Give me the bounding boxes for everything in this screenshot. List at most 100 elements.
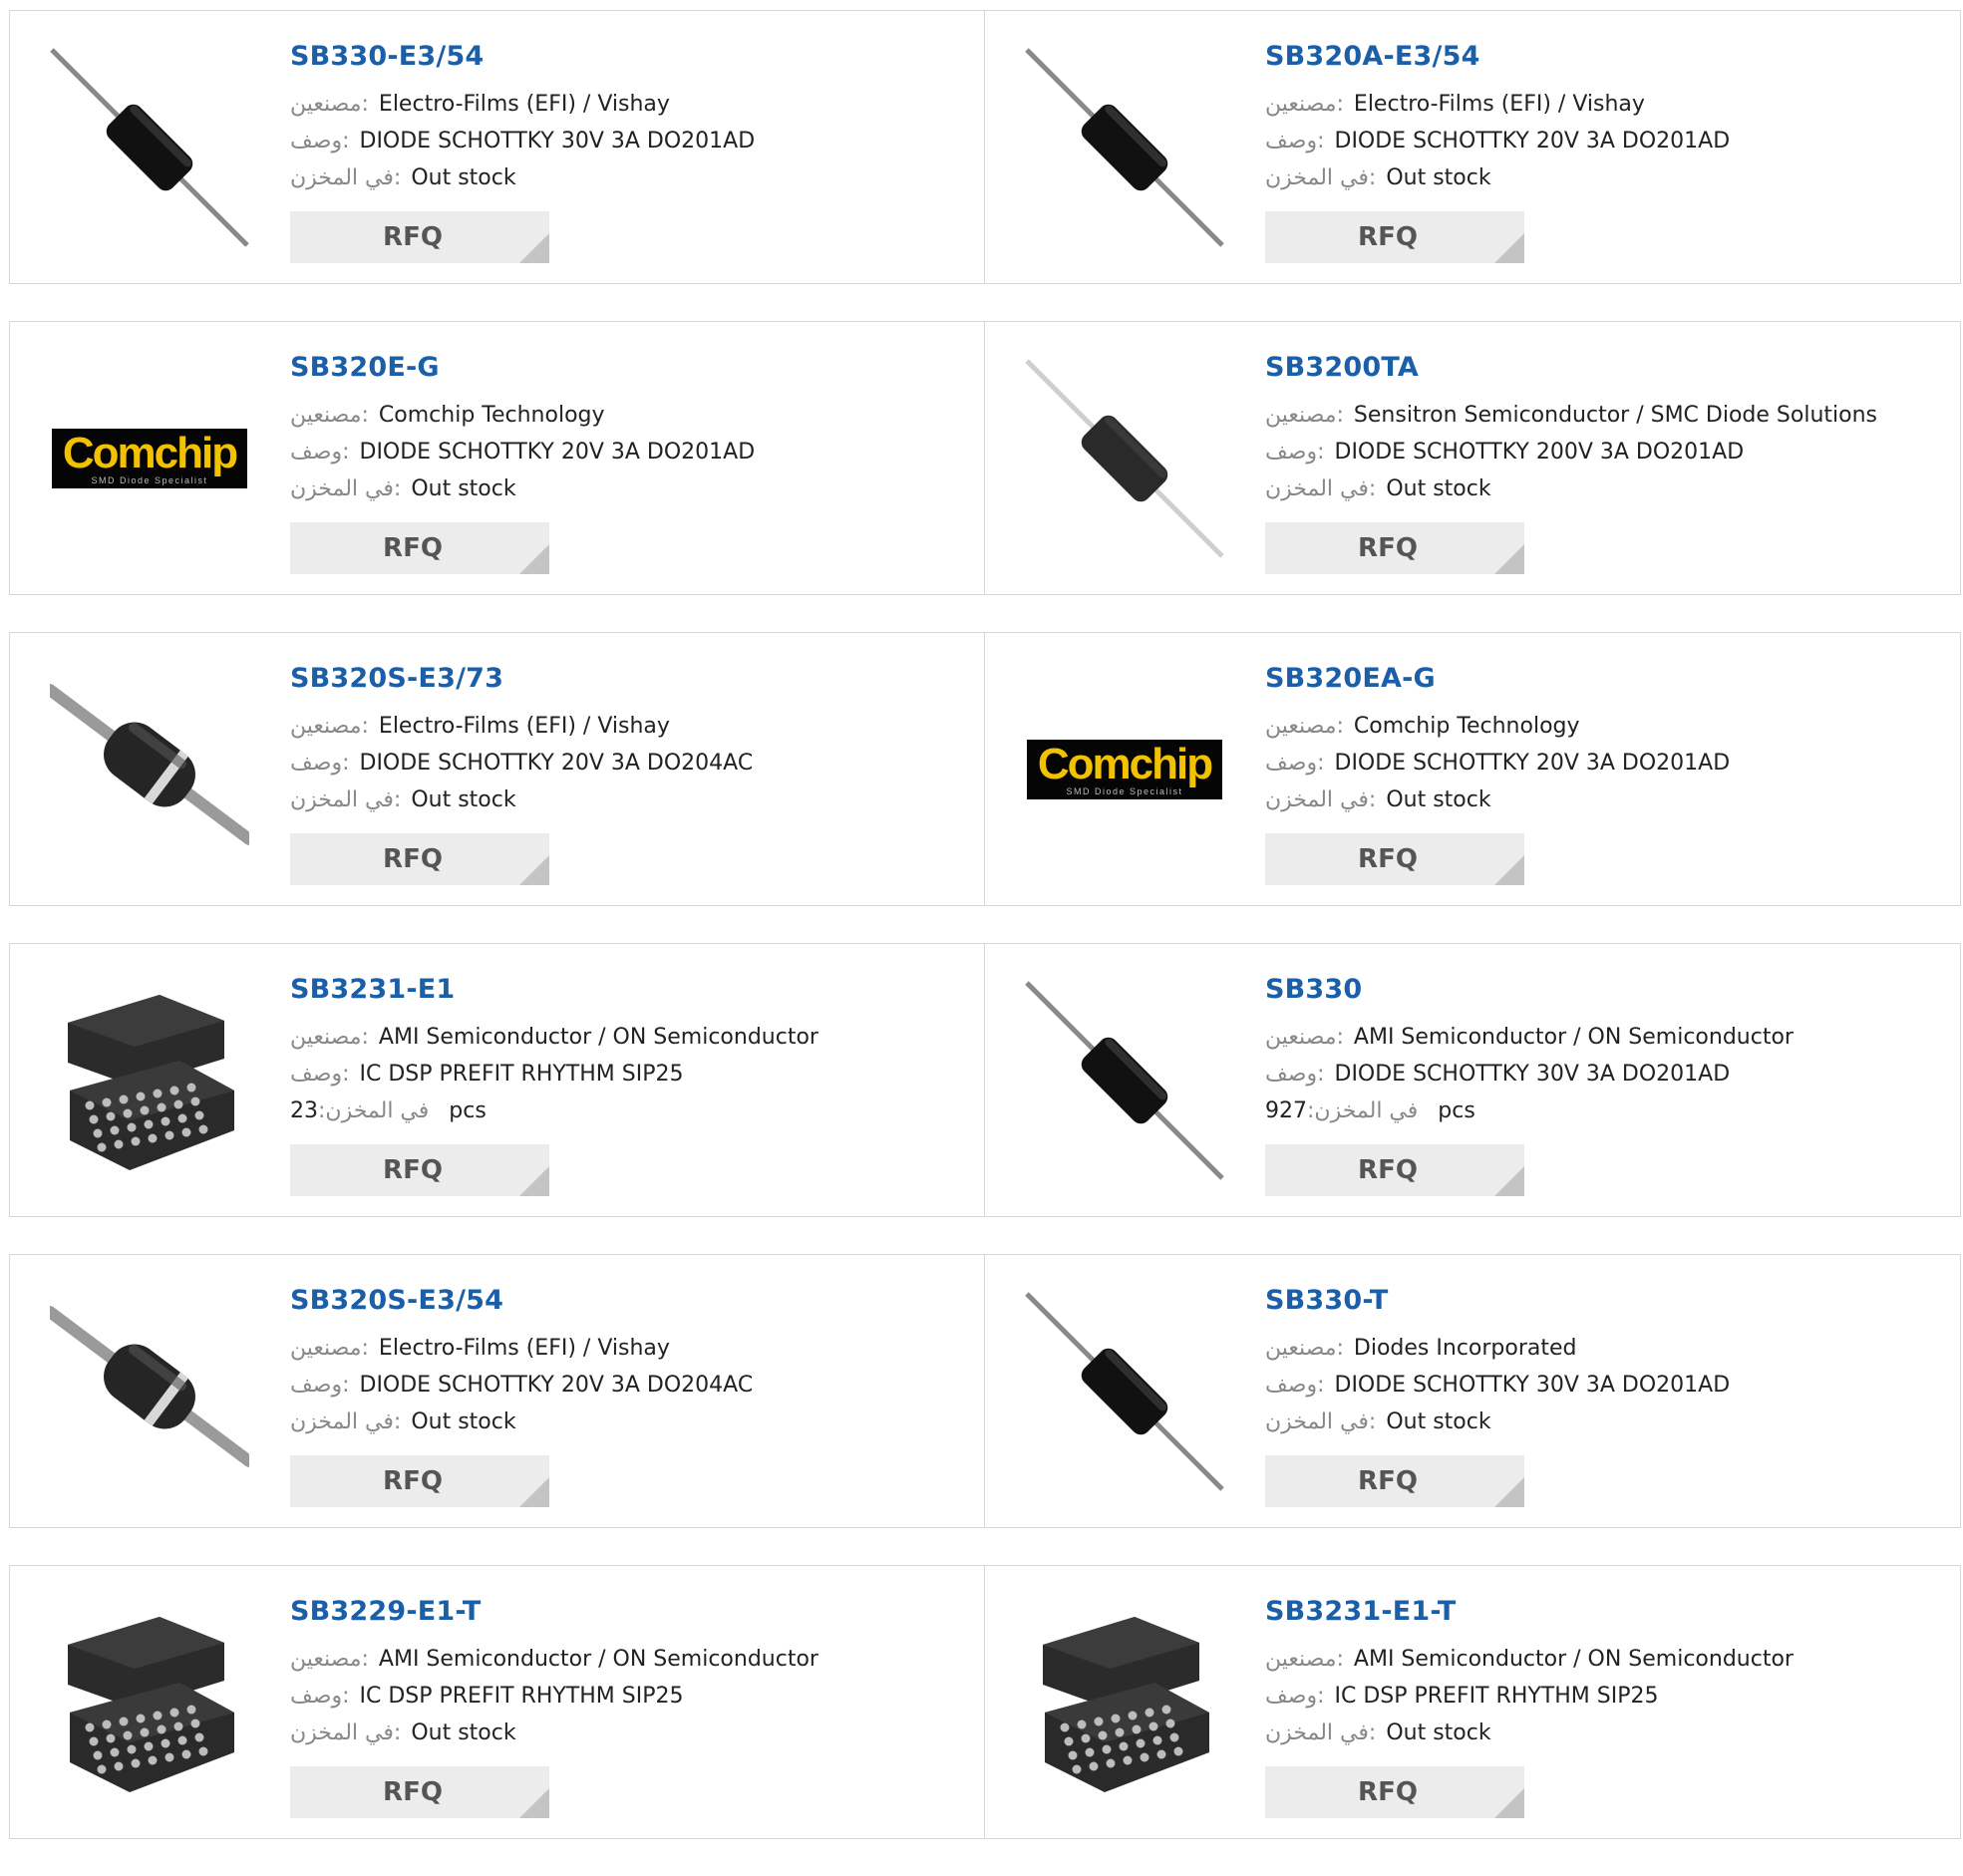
- description-value: IC DSP PREFIT RHYTHM SIP25: [359, 1062, 684, 1087]
- description-value: DIODE SCHOTTKY 20V 3A DO201AD: [1334, 129, 1731, 154]
- product-card: SB320A-E3/54 مصنعين: Electro-Films (EFI) …: [985, 10, 1961, 284]
- stock-line: في المخزن: Out stock: [1265, 159, 1950, 196]
- manufacturer-value: Electro-Films (EFI) / Vishay: [1353, 92, 1645, 117]
- rfq-button[interactable]: RFQ: [1265, 1766, 1524, 1818]
- axial-diode-icon[interactable]: [1025, 48, 1224, 247]
- corner-decoration: [1494, 1166, 1524, 1196]
- part-number-link[interactable]: SB3231-E1: [290, 974, 974, 1005]
- product-info: SB320A-E3/54 مصنعين: Electro-Films (EFI) …: [1265, 41, 1950, 196]
- axial-diode-icon[interactable]: [50, 48, 249, 247]
- part-number-link[interactable]: SB330-E3/54: [290, 41, 974, 72]
- sip-chip-icon[interactable]: [50, 981, 249, 1180]
- manufacturer-value: Electro-Films (EFI) / Vishay: [378, 714, 670, 739]
- stock-line: في المخزن: Out stock: [290, 1715, 974, 1751]
- part-number-link[interactable]: SB320EA-G: [1265, 663, 1950, 694]
- product-info: SB320S-E3/73 مصنعين: Electro-Films (EFI) …: [290, 663, 974, 818]
- axial-diode-light-icon[interactable]: [1025, 359, 1224, 558]
- description-label: وصف:: [290, 129, 350, 154]
- sip-chip-icon: [68, 995, 234, 1170]
- banded-diode-icon[interactable]: [50, 1292, 249, 1491]
- description-label: وصف:: [1265, 751, 1325, 776]
- manufacturer-label: مصنعين:: [1265, 1647, 1344, 1672]
- axial-diode-icon[interactable]: [1025, 1292, 1224, 1491]
- rfq-label: RFQ: [383, 844, 443, 874]
- rfq-button[interactable]: RFQ: [290, 211, 549, 263]
- stock-value: Out stock: [1386, 476, 1491, 501]
- description-label: وصف:: [290, 751, 350, 776]
- stock-value: 927: [1265, 1098, 1307, 1123]
- description-value: DIODE SCHOTTKY 30V 3A DO201AD: [1334, 1373, 1731, 1398]
- description-value: DIODE SCHOTTKY 30V 3A DO201AD: [359, 129, 756, 154]
- stock-line: في المخزن: Out stock: [290, 470, 974, 507]
- part-number-link[interactable]: SB3231-E1-T: [1265, 1596, 1950, 1627]
- product-card: Comchip SMD Diode Specialist SB320EA-G م…: [985, 632, 1961, 906]
- description-value: IC DSP PREFIT RHYTHM SIP25: [359, 1684, 684, 1709]
- stock-value: 23: [290, 1098, 318, 1123]
- stock-value: Out stock: [1386, 1720, 1491, 1745]
- product-card: SB3229-E1-T مصنعين: AMI Semiconductor / O…: [9, 1565, 985, 1839]
- description-value: DIODE SCHOTTKY 200V 3A DO201AD: [1334, 440, 1745, 465]
- stock-value: Out stock: [411, 1720, 516, 1745]
- corner-decoration: [519, 1788, 549, 1818]
- sip-chip-icon: [68, 1617, 234, 1792]
- part-number-link[interactable]: SB330: [1265, 974, 1950, 1005]
- axial-diode-icon: [1025, 48, 1224, 247]
- rfq-button[interactable]: RFQ: [1265, 1455, 1524, 1507]
- corner-decoration: [519, 1477, 549, 1507]
- manufacturer-label: مصنعين:: [290, 92, 369, 117]
- product-row: Comchip SMD Diode Specialist SB320E-G مص…: [9, 321, 1961, 595]
- rfq-button[interactable]: RFQ: [290, 1766, 549, 1818]
- rfq-button[interactable]: RFQ: [1265, 833, 1524, 885]
- description-line: وصف: IC DSP PREFIT RHYTHM SIP25: [290, 1678, 974, 1715]
- rfq-label: RFQ: [383, 1466, 443, 1496]
- part-number-link[interactable]: SB320E-G: [290, 352, 974, 383]
- description-line: وصف: DIODE SCHOTTKY 20V 3A DO201AD: [290, 434, 974, 470]
- manufacturer-value: Comchip Technology: [1353, 714, 1580, 739]
- rfq-button[interactable]: RFQ: [1265, 1144, 1524, 1196]
- rfq-button[interactable]: RFQ: [290, 833, 549, 885]
- manufacturer-line: مصنعين: AMI Semiconductor / ON Semiconduc…: [1265, 1019, 1950, 1056]
- stock-line: في المخزن: Out stock: [1265, 1404, 1950, 1440]
- rfq-button[interactable]: RFQ: [1265, 211, 1524, 263]
- product-info: SB3231-E1 مصنعين: AMI Semiconductor / ON …: [290, 974, 974, 1129]
- rfq-label: RFQ: [1358, 533, 1418, 563]
- part-number-link[interactable]: SB3229-E1-T: [290, 1596, 974, 1627]
- axial-diode-icon[interactable]: [1025, 981, 1224, 1180]
- stock-line: في المخزن: Out stock: [1265, 1715, 1950, 1751]
- product-info: SB3229-E1-T مصنعين: AMI Semiconductor / O…: [290, 1596, 974, 1751]
- comchip-logo[interactable]: Comchip SMD Diode Specialist: [1025, 670, 1224, 869]
- description-label: وصف:: [1265, 440, 1325, 465]
- part-number-link[interactable]: SB3200TA: [1265, 352, 1950, 383]
- product-info: SB330 مصنعين: AMI Semiconductor / ON Semi…: [1265, 974, 1950, 1129]
- product-info: SB320EA-G مصنعين: Comchip Technology وصف:…: [1265, 663, 1950, 818]
- stock-label: في المخزن:: [1265, 1409, 1377, 1434]
- sip-chip-icon[interactable]: [1025, 1603, 1224, 1802]
- description-line: وصف: DIODE SCHOTTKY 20V 3A DO204AC: [290, 745, 974, 782]
- description-label: وصف:: [290, 1062, 350, 1087]
- manufacturer-line: مصنعين: AMI Semiconductor / ON Semiconduc…: [290, 1641, 974, 1678]
- rfq-label: RFQ: [383, 1155, 443, 1185]
- description-line: وصف: DIODE SCHOTTKY 20V 3A DO201AD: [1265, 123, 1950, 159]
- corner-decoration: [1494, 233, 1524, 263]
- rfq-button[interactable]: RFQ: [290, 1455, 549, 1507]
- part-number-link[interactable]: SB330-T: [1265, 1285, 1950, 1316]
- stock-label: في المخزن:: [290, 165, 402, 190]
- description-line: وصف: DIODE SCHOTTKY 200V 3A DO201AD: [1265, 434, 1950, 470]
- product-info: SB330-T مصنعين: Diodes Incorporated وصف: D…: [1265, 1285, 1950, 1440]
- stock-value: Out stock: [411, 476, 516, 501]
- rfq-button[interactable]: RFQ: [1265, 522, 1524, 574]
- description-label: وصف:: [1265, 1062, 1325, 1087]
- part-number-link[interactable]: SB320S-E3/73: [290, 663, 974, 694]
- rfq-button[interactable]: RFQ: [290, 1144, 549, 1196]
- banded-diode-icon[interactable]: [50, 670, 249, 869]
- comchip-logo[interactable]: Comchip SMD Diode Specialist: [50, 359, 249, 558]
- rfq-button[interactable]: RFQ: [290, 522, 549, 574]
- sip-chip-icon[interactable]: [50, 1603, 249, 1802]
- manufacturer-line: مصنعين: Sensitron Semiconductor / SMC Dio…: [1265, 397, 1950, 434]
- product-card: SB320S-E3/54 مصنعين: Electro-Films (EFI) …: [9, 1254, 985, 1528]
- rfq-label: RFQ: [1358, 844, 1418, 874]
- corner-decoration: [519, 233, 549, 263]
- rfq-label: RFQ: [1358, 222, 1418, 252]
- part-number-link[interactable]: SB320A-E3/54: [1265, 41, 1950, 72]
- part-number-link[interactable]: SB320S-E3/54: [290, 1285, 974, 1316]
